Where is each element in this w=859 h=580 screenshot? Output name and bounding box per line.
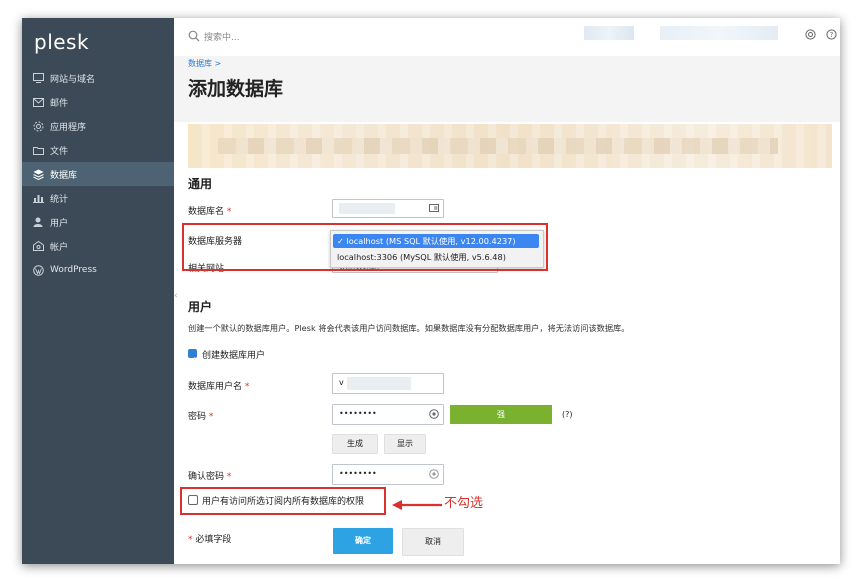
access-all-databases-label: 用户有访问所选订阅内所有数据库的权限 (202, 497, 365, 507)
sidebar: plesk 网站与域名 邮件 应用程序 文件 数据库 统计 用户 帐户 Word… (22, 18, 174, 564)
gear-icon (32, 120, 44, 132)
blurred-subscription-info (660, 26, 778, 40)
users-description: 创建一个默认的数据库用户。Plesk 将会代表该用户访问数据库。如果数据库没有分… (188, 323, 630, 333)
folder-icon (32, 144, 44, 156)
sidebar-item-databases[interactable]: 数据库 (22, 162, 174, 186)
highlight-box-db-server (182, 223, 548, 271)
sidebar-item-label: 应用程序 (50, 122, 87, 133)
password-field[interactable]: •••••••• (332, 404, 444, 425)
password-strength-bar: 强 (450, 405, 552, 424)
page-title: 添加数据库 (188, 78, 284, 100)
section-general-title: 通用 (188, 177, 213, 191)
password-help-icon[interactable]: (?) (562, 410, 573, 419)
sidebar-item-label: 网站与域名 (50, 74, 96, 85)
sidebar-item-stats[interactable]: 统计 (22, 186, 174, 210)
database-icon (32, 168, 44, 180)
sidebar-item-label: 邮件 (50, 98, 69, 109)
access-all-databases-checkbox[interactable] (188, 495, 198, 505)
id-card-icon (429, 204, 439, 212)
mail-icon (32, 96, 44, 108)
required-fields-note: * 必填字段 (188, 535, 232, 545)
sidebar-item-wordpress[interactable]: WordPress (22, 258, 174, 282)
sidebar-item-apps[interactable]: 应用程序 (22, 114, 174, 138)
cancel-button[interactable]: 取消 (402, 528, 464, 556)
sidebar-item-mail[interactable]: 邮件 (22, 90, 174, 114)
sidebar-item-websites[interactable]: 网站与域名 (22, 66, 174, 90)
annotation-text: 不勾选 (444, 496, 484, 511)
account-icon (32, 240, 44, 252)
checkmark-icon (189, 357, 196, 363)
search-icon (188, 30, 200, 42)
sidebar-item-label: WordPress (50, 265, 97, 275)
ok-button[interactable]: 确定 (333, 528, 393, 554)
wordpress-icon (32, 264, 44, 276)
password-label: 密码 * (188, 412, 214, 422)
app-window: plesk 网站与域名 邮件 应用程序 文件 数据库 统计 用户 帐户 Word… (22, 18, 840, 564)
help-icon[interactable]: ? (825, 29, 837, 41)
annotation-arrow-icon (392, 500, 442, 510)
sidebar-item-label: 帐户 (50, 242, 69, 253)
create-user-label: 创建数据库用户 (202, 351, 266, 361)
username-field[interactable]: v (332, 373, 444, 394)
generate-password-button[interactable]: 生成 (332, 434, 378, 454)
top-bar: 搜索中... ? (174, 18, 840, 57)
sidebar-item-label: 文件 (50, 146, 69, 157)
create-user-checkbox[interactable] (188, 349, 197, 363)
username-label: 数据库用户名 * (188, 382, 250, 392)
db-name-label: 数据库名 * (188, 207, 232, 217)
db-name-field[interactable] (332, 199, 444, 218)
show-password-button[interactable]: 显示 (384, 434, 426, 454)
sidebar-collapse-handle[interactable]: ‹ (174, 286, 182, 306)
sidebar-item-label: 数据库 (50, 170, 78, 181)
plesk-logo: plesk (34, 30, 90, 54)
monitor-icon (32, 72, 44, 84)
svg-text:?: ? (829, 31, 833, 39)
section-users-title: 用户 (188, 300, 213, 314)
sidebar-item-account[interactable]: 帐户 (22, 234, 174, 258)
reveal-eye-icon[interactable] (429, 469, 439, 479)
user-icon (32, 216, 44, 228)
confirm-password-label: 确认密码 * (188, 472, 232, 482)
bar-chart-icon (32, 192, 44, 204)
sidebar-item-users[interactable]: 用户 (22, 210, 174, 234)
sidebar-item-files[interactable]: 文件 (22, 138, 174, 162)
reveal-eye-icon[interactable] (429, 409, 439, 419)
blurred-account-info (584, 26, 634, 40)
blurred-info-banner (188, 124, 832, 168)
sidebar-item-label: 用户 (50, 218, 69, 229)
sidebar-item-label: 统计 (50, 194, 69, 205)
breadcrumb[interactable]: 数据库 > (188, 58, 221, 69)
support-icon[interactable] (804, 29, 816, 41)
confirm-password-field[interactable]: •••••••• (332, 464, 444, 485)
search-input[interactable]: 搜索中... (204, 30, 240, 43)
